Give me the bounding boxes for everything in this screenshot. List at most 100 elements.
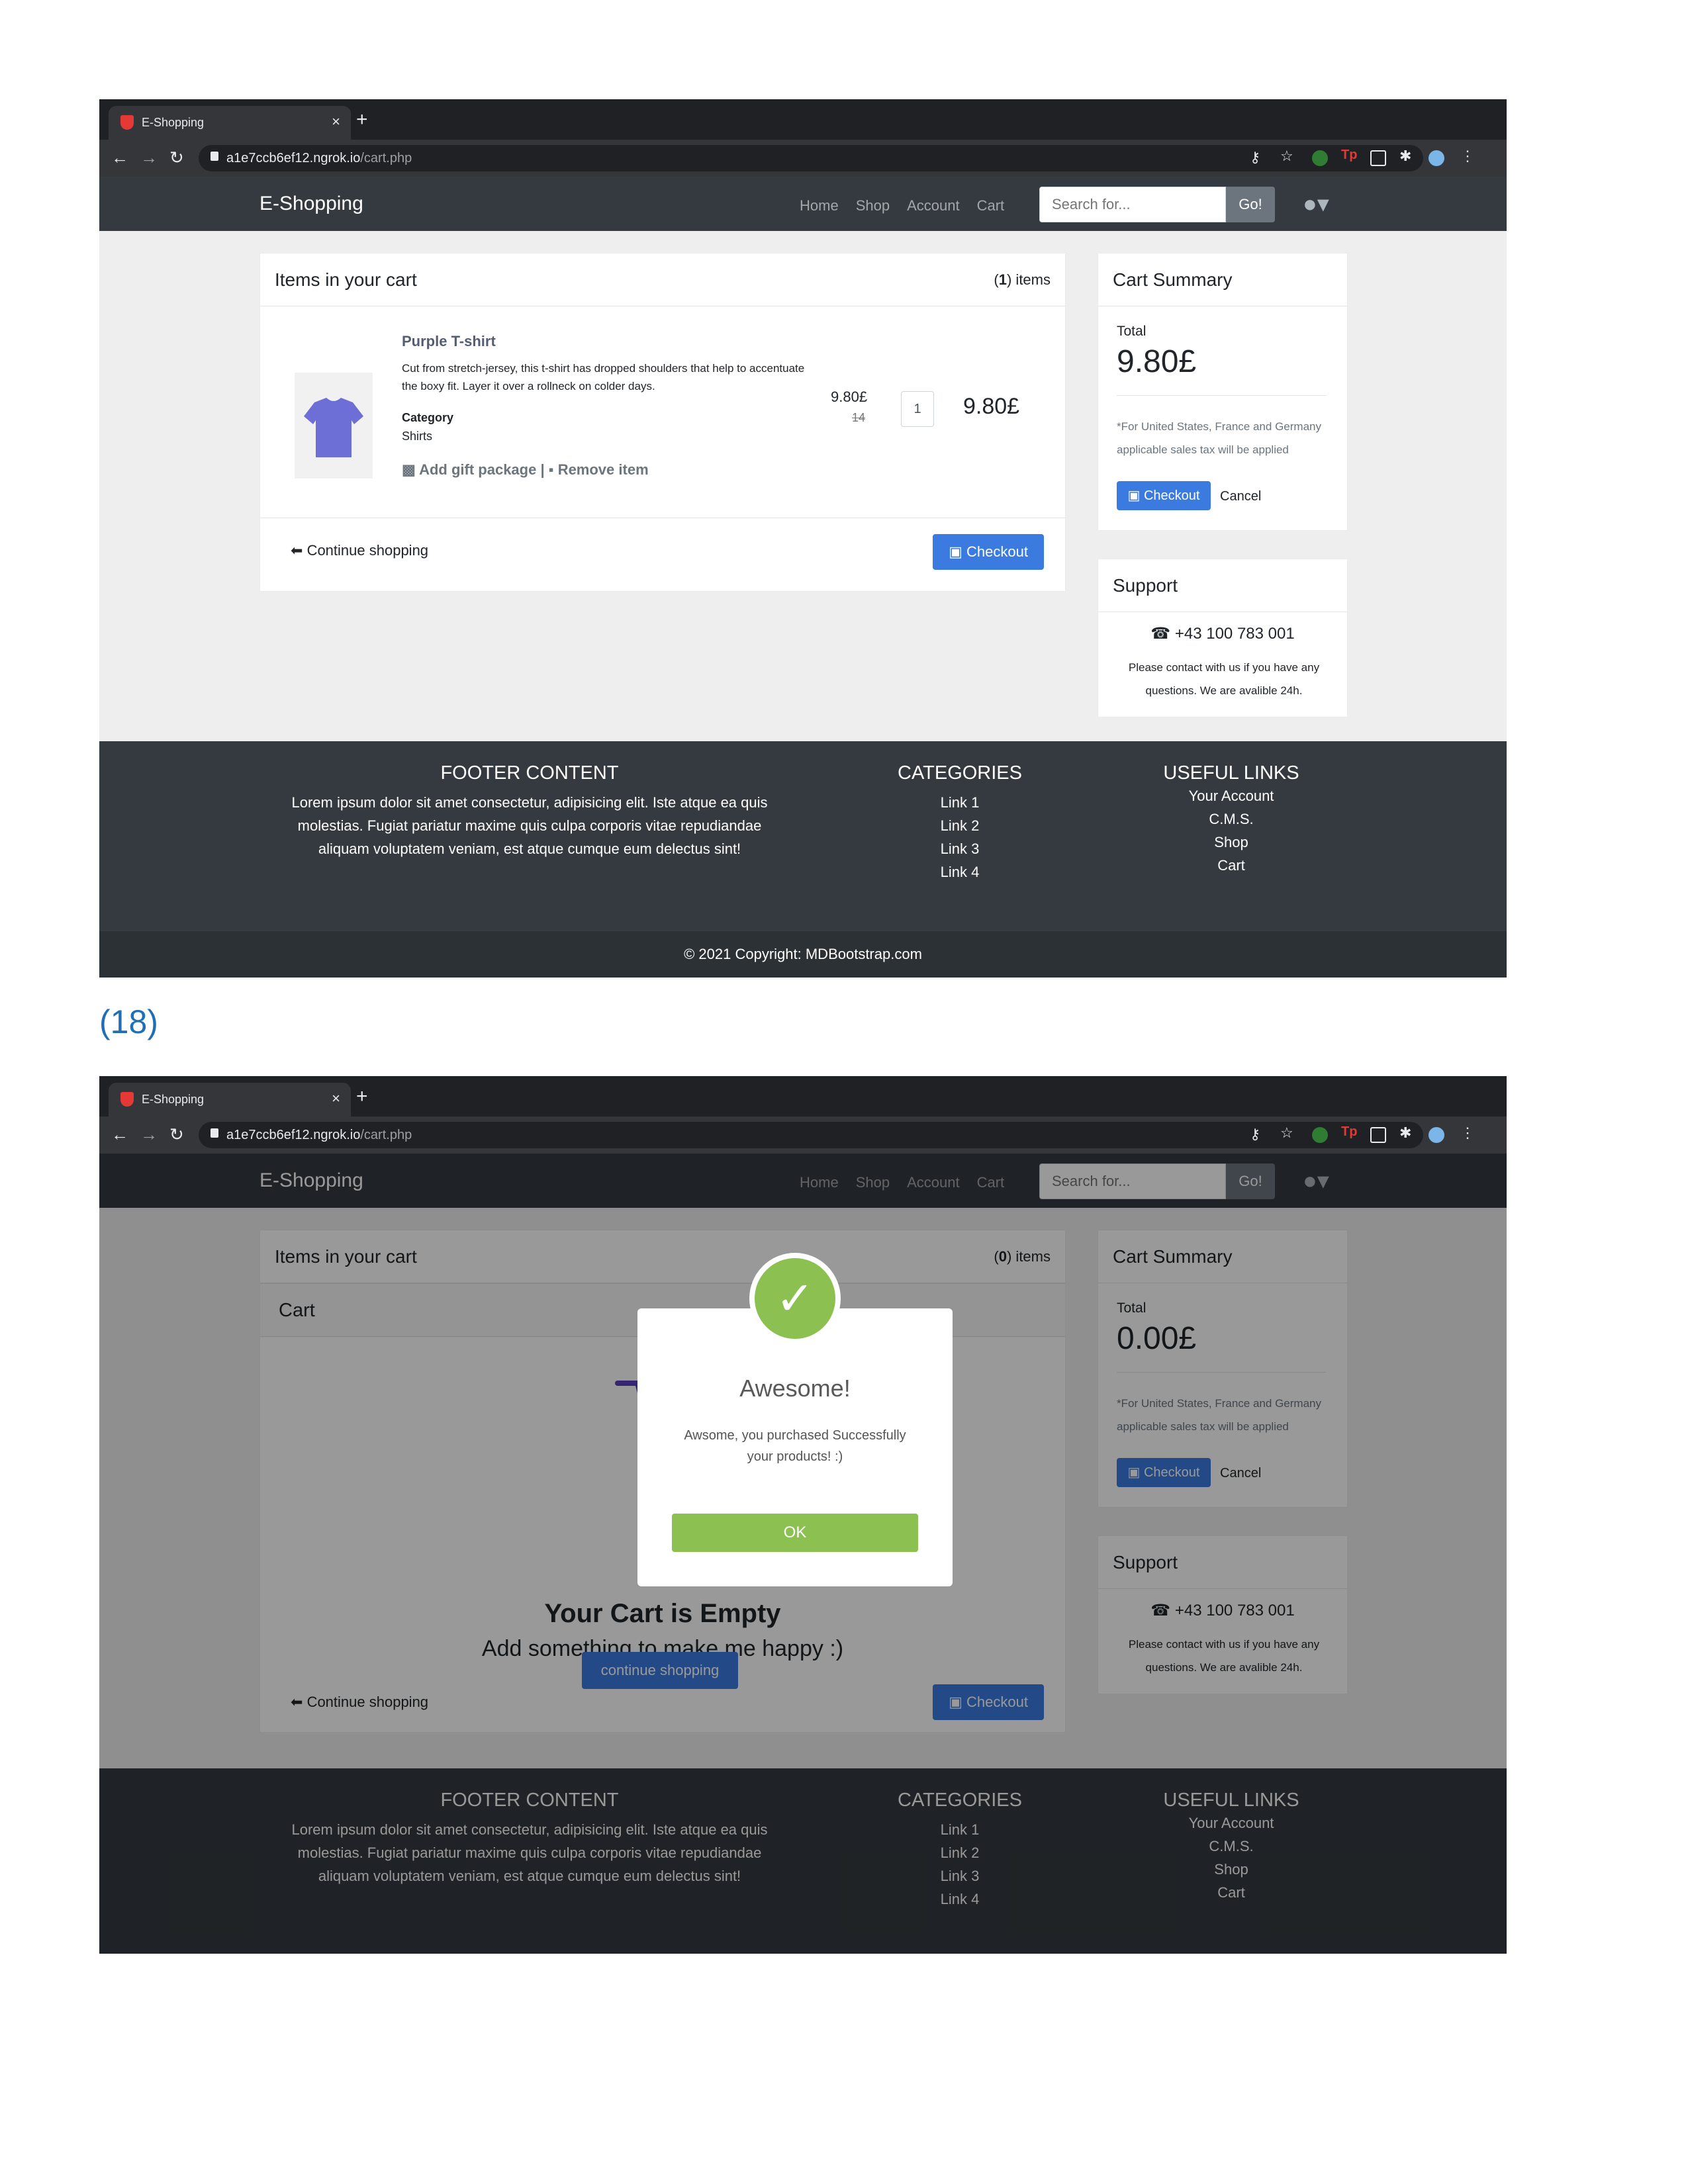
footer-cart[interactable]: Cart <box>1132 854 1331 877</box>
screenshot-extension-icon[interactable] <box>1370 150 1386 166</box>
forward-icon[interactable]: → <box>140 148 158 168</box>
cart-item-count: (1) items <box>994 271 1051 288</box>
url-field[interactable]: a1e7ccb6ef12.ngrok.io/cart.php ⚷ ☆ <box>199 145 1423 171</box>
browser-menu-icon[interactable]: ⋮ <box>1460 148 1476 164</box>
reload-icon[interactable]: ↻ <box>169 148 184 168</box>
tab-title: E-Shopping <box>142 1093 205 1106</box>
nav-home[interactable]: Home <box>800 197 839 214</box>
add-gift-package-link[interactable]: Add gift package <box>419 461 536 478</box>
footer-link-2[interactable]: Link 2 <box>861 814 1059 837</box>
dialog-ok-button[interactable]: OK <box>672 1514 918 1552</box>
brand-logo[interactable]: E-Shopping <box>259 193 363 215</box>
url-path: /cart.php <box>360 1128 412 1142</box>
item-actions: ▩ Add gift package | ▪ Remove item <box>402 461 649 478</box>
support-phone[interactable]: ☎ +43 100 783 001 <box>1098 624 1347 643</box>
browser-tabbar: E-Shopping × + <box>99 1076 1507 1116</box>
star-icon[interactable]: ☆ <box>1280 1124 1296 1141</box>
product-image <box>295 373 373 478</box>
back-icon[interactable]: ← <box>111 1124 128 1145</box>
browser-address-bar: ← → ↻ a1e7ccb6ef12.ngrok.io/cart.php ⚷ ☆… <box>99 1116 1507 1154</box>
footer-content-text: Lorem ipsum dolor sit amet consectetur, … <box>291 794 768 857</box>
browser-tabbar: E-Shopping × + <box>99 99 1507 140</box>
footer-categories: CATEGORIES Link 1 Link 2 Link 3 Link 4 <box>861 762 1059 884</box>
tab-close-icon[interactable]: × <box>332 113 340 130</box>
action-separator: | <box>540 461 545 478</box>
new-tab-icon[interactable]: + <box>356 109 368 131</box>
browser-menu-icon[interactable]: ⋮ <box>1460 1124 1476 1141</box>
figure-caption: (18) <box>99 1003 158 1040</box>
footer-shop[interactable]: Shop <box>1132 831 1331 854</box>
support-title: Support <box>1113 574 1178 596</box>
summary-title: Cart Summary <box>1113 269 1233 290</box>
footer-cms[interactable]: C.M.S. <box>1132 807 1331 831</box>
key-icon[interactable]: ⚷ <box>1250 149 1266 165</box>
summary-cancel-link[interactable]: Cancel <box>1220 489 1261 504</box>
footer-content: FOOTER CONTENT Lorem ipsum dolor sit ame… <box>278 762 781 860</box>
screenshot-extension-icon[interactable] <box>1370 1127 1386 1143</box>
gift-icon: ▩ <box>402 461 416 478</box>
url-path: /cart.php <box>360 151 412 165</box>
quantity-input[interactable]: 1 <box>901 391 934 427</box>
footer-link-1[interactable]: Link 1 <box>861 791 1059 814</box>
site-navbar: E-Shopping Home Shop Account Cart Go! ●▾ <box>99 177 1507 231</box>
footer-your-account[interactable]: Your Account <box>1132 784 1331 807</box>
nav-cart[interactable]: Cart <box>977 197 1005 214</box>
success-dialog: Awesome! Awsome, you purchased Successfu… <box>637 1308 953 1586</box>
category-value: Shirts <box>402 430 433 443</box>
arrow-left-icon: ⬅ <box>291 542 303 559</box>
url-host: a1e7ccb6ef12.ngrok.io <box>226 1128 361 1142</box>
puzzle-extension-icon[interactable]: ✱ <box>1399 1124 1415 1141</box>
forward-icon[interactable]: → <box>140 1124 158 1145</box>
line-total: 9.80£ <box>963 394 1020 419</box>
phone-icon: ☎ <box>1150 625 1171 643</box>
continue-shopping-link[interactable]: ⬅ Continue shopping <box>291 542 428 559</box>
back-icon[interactable]: ← <box>111 148 128 168</box>
product-description: Cut from stretch-jersey, this t-shirt ha… <box>402 362 805 392</box>
cart-card: Items in your cart (1) items Purple T-sh… <box>259 253 1066 592</box>
new-tab-icon[interactable]: + <box>356 1085 368 1108</box>
modal-backdrop[interactable]: Awesome! Awsome, you purchased Successfu… <box>99 1154 1507 1954</box>
tab-close-icon[interactable]: × <box>332 1090 340 1107</box>
profile-avatar[interactable] <box>1429 1127 1444 1143</box>
nav-account[interactable]: Account <box>907 197 960 214</box>
grammarly-extension-icon[interactable] <box>1312 1127 1328 1143</box>
browser-tab[interactable]: E-Shopping × <box>109 1083 351 1116</box>
search-go-button[interactable]: Go! <box>1226 187 1275 222</box>
nav-shop[interactable]: Shop <box>856 197 890 214</box>
checkout-button[interactable]: ▣ Checkout <box>933 534 1044 570</box>
url-host: a1e7ccb6ef12.ngrok.io <box>226 151 361 165</box>
star-icon[interactable]: ☆ <box>1280 148 1296 164</box>
search-box <box>1039 187 1226 222</box>
tp-extension-icon[interactable]: Tp <box>1341 148 1361 163</box>
copyright: © 2021 Copyright: MDBootstrap.com <box>99 931 1507 978</box>
footer-link-3[interactable]: Link 3 <box>861 837 1059 860</box>
summary-divider <box>1117 395 1326 396</box>
remove-item-link[interactable]: Remove item <box>558 461 649 478</box>
puzzle-extension-icon[interactable]: ✱ <box>1399 148 1415 164</box>
search-input[interactable] <box>1040 187 1225 222</box>
reload-icon[interactable]: ↻ <box>169 1124 184 1145</box>
cart-title: Items in your cart <box>275 269 417 290</box>
tax-note: *For United States, France and Germany a… <box>1117 420 1321 456</box>
key-icon[interactable]: ⚷ <box>1250 1126 1266 1142</box>
grammarly-extension-icon[interactable] <box>1312 150 1328 166</box>
screenshot-cart-before: E-Shopping × + ← → ↻ a1e7ccb6ef12.ngrok.… <box>99 99 1507 978</box>
category-label: Category <box>402 411 454 424</box>
footer-link-4[interactable]: Link 4 <box>861 860 1059 884</box>
footer-useful-title: USEFUL LINKS <box>1163 762 1299 784</box>
shop-favicon-icon <box>120 1092 134 1107</box>
user-dropdown-icon[interactable]: ●▾ <box>1303 190 1329 218</box>
tp-extension-icon[interactable]: Tp <box>1341 1124 1361 1140</box>
lock-icon <box>211 1128 218 1138</box>
cart-item: Purple T-shirt Cut from stretch-jersey, … <box>260 306 1065 518</box>
summary-checkout-button[interactable]: ▣ Checkout <box>1117 481 1211 510</box>
footer-categories-title: CATEGORIES <box>898 762 1022 784</box>
success-check-icon: ✓ <box>749 1253 841 1344</box>
url-field[interactable]: a1e7ccb6ef12.ngrok.io/cart.php ⚷ ☆ <box>199 1122 1423 1148</box>
browser-tab[interactable]: E-Shopping × <box>109 106 351 140</box>
product-name[interactable]: Purple T-shirt <box>402 333 496 350</box>
profile-avatar[interactable] <box>1429 150 1444 166</box>
trash-icon: ▪ <box>548 461 554 478</box>
unit-price: 9.80£ <box>831 388 868 405</box>
footer-useful-links: USEFUL LINKS Your Account C.M.S. Shop Ca… <box>1132 762 1331 877</box>
